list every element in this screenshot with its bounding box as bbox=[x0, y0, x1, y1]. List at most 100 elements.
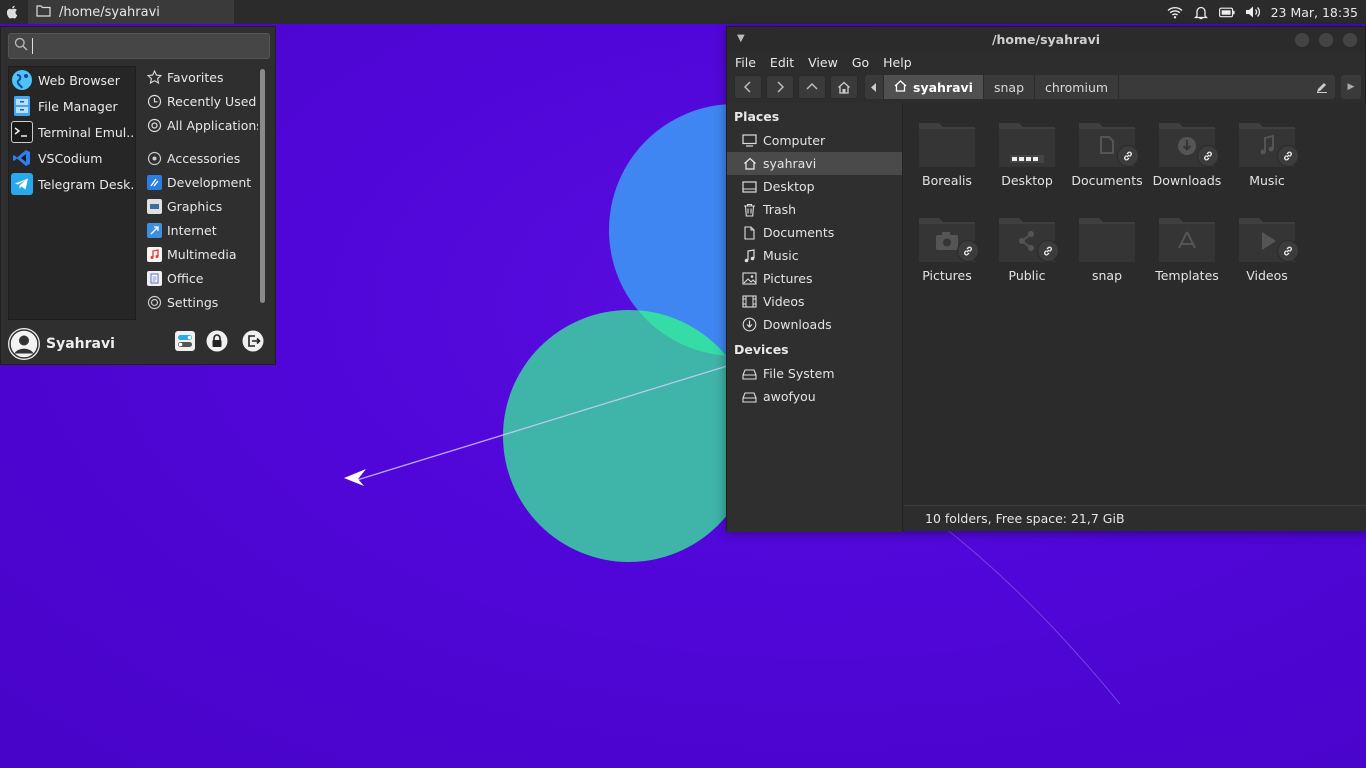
search-icon bbox=[14, 37, 28, 55]
folder-desktop[interactable]: Desktop bbox=[987, 115, 1067, 205]
menu-help[interactable]: Help bbox=[883, 55, 912, 70]
file-manager-icon bbox=[11, 95, 33, 117]
places-heading: Places bbox=[734, 108, 780, 124]
sidebar-item-syahravi[interactable]: syahravi bbox=[727, 152, 902, 175]
category-graphics[interactable]: Graphics bbox=[144, 194, 258, 218]
link-icon bbox=[1197, 145, 1219, 167]
category-accessories[interactable]: Accessories bbox=[144, 146, 258, 170]
category-multimedia[interactable]: Multimedia bbox=[144, 242, 258, 266]
back-button[interactable] bbox=[734, 75, 762, 99]
favorite-label: Telegram Desk... bbox=[38, 176, 135, 192]
sidebar-item-trash[interactable]: Trash bbox=[727, 198, 902, 221]
trash-icon bbox=[742, 202, 757, 217]
volume-icon[interactable] bbox=[1245, 4, 1261, 20]
web-browser-icon bbox=[11, 69, 33, 91]
category-list: Favorites Recently Used All Applications… bbox=[144, 65, 258, 321]
forward-button[interactable] bbox=[766, 75, 794, 99]
link-icon bbox=[957, 240, 979, 262]
sidebar-item-file-system[interactable]: File System bbox=[727, 362, 902, 385]
favorite-file-manager[interactable]: File Manager bbox=[9, 93, 135, 119]
battery-icon[interactable] bbox=[1218, 4, 1235, 20]
category-recently-used[interactable]: Recently Used bbox=[144, 89, 258, 113]
sidebar-item-downloads[interactable]: Downloads bbox=[727, 313, 902, 336]
sidebar-item-awofyou[interactable]: awofyou bbox=[727, 385, 902, 408]
folder-public[interactable]: Public bbox=[987, 210, 1067, 300]
pictures-icon bbox=[742, 271, 757, 286]
folder-music[interactable]: Music bbox=[1227, 115, 1307, 205]
folder-icon bbox=[36, 4, 51, 21]
favorite-label: File Manager bbox=[38, 98, 118, 114]
menu-go[interactable]: Go bbox=[852, 55, 869, 70]
close-button[interactable] bbox=[1343, 33, 1357, 47]
menu-search-box[interactable] bbox=[8, 33, 270, 59]
favorite-vscodium[interactable]: VSCodium bbox=[9, 145, 135, 171]
clock[interactable]: 23 Mar, 18:35 bbox=[1271, 5, 1358, 20]
category-internet[interactable]: Internet bbox=[144, 218, 258, 242]
music-icon bbox=[742, 248, 757, 263]
category-label: Recently Used bbox=[167, 93, 257, 109]
category-label: Office bbox=[167, 270, 204, 286]
category-label: Development bbox=[167, 174, 252, 190]
breadcrumb-snap[interactable]: snap bbox=[984, 75, 1035, 99]
menu-edit[interactable]: Edit bbox=[770, 55, 794, 70]
category-development[interactable]: Development bbox=[144, 170, 258, 194]
breadcrumb-home[interactable]: syahravi bbox=[884, 75, 984, 99]
path-scroll-left[interactable] bbox=[865, 75, 884, 99]
window-titlebar[interactable]: ▼ /home/syahravi bbox=[727, 27, 1365, 52]
category-settings[interactable]: Settings bbox=[144, 290, 258, 314]
accessories-icon bbox=[147, 151, 162, 166]
favorite-web-browser[interactable]: Web Browser bbox=[9, 67, 135, 93]
link-icon bbox=[1117, 145, 1139, 167]
folder-templates[interactable]: Templates bbox=[1147, 210, 1227, 300]
category-all-applications[interactable]: All Applications bbox=[144, 113, 258, 137]
settings-manager-button[interactable] bbox=[174, 330, 196, 352]
home-button[interactable] bbox=[830, 75, 858, 99]
apple-menu-icon[interactable] bbox=[0, 0, 24, 24]
folder-documents[interactable]: Documents bbox=[1067, 115, 1147, 205]
application-menu: Web Browser File Manager Terminal Emul..… bbox=[0, 26, 276, 365]
menu-search-input[interactable] bbox=[32, 38, 252, 54]
wifi-icon[interactable] bbox=[1167, 4, 1183, 20]
status-bar: 10 folders, Free space: 21,7 GiB bbox=[904, 505, 1366, 531]
sidebar-item-computer[interactable]: Computer bbox=[727, 129, 902, 152]
sidebar-item-music[interactable]: Music bbox=[727, 244, 902, 267]
documents-icon bbox=[742, 225, 757, 240]
folder-borealis[interactable]: Borealis bbox=[907, 115, 987, 205]
log-out-button[interactable] bbox=[242, 330, 264, 352]
lock-screen-button[interactable] bbox=[206, 330, 228, 352]
sidebar-item-videos[interactable]: Videos bbox=[727, 290, 902, 313]
maximize-button[interactable] bbox=[1319, 33, 1333, 47]
toolbar: syahravi snap chromium ▶ bbox=[727, 72, 1365, 102]
edit-path-icon[interactable] bbox=[1311, 75, 1333, 99]
favorite-telegram[interactable]: Telegram Desk... bbox=[9, 171, 135, 197]
status-text: 10 folders, Free space: 21,7 GiB bbox=[925, 511, 1125, 526]
menu-file[interactable]: File bbox=[735, 55, 756, 70]
favorite-terminal[interactable]: Terminal Emul... bbox=[9, 119, 135, 145]
taskbar-window-button[interactable]: /home/syahravi bbox=[28, 0, 234, 24]
sidebar-item-desktop[interactable]: Desktop bbox=[727, 175, 902, 198]
menu-scrollbar[interactable] bbox=[260, 69, 265, 303]
minimize-button[interactable] bbox=[1295, 33, 1309, 47]
desktop-icon bbox=[742, 179, 757, 194]
category-favorites[interactable]: Favorites bbox=[144, 65, 258, 89]
home-icon bbox=[742, 156, 757, 171]
desktop-folder-icon bbox=[999, 123, 1055, 167]
development-icon bbox=[147, 174, 162, 190]
folder-videos[interactable]: Videos bbox=[1227, 210, 1307, 300]
link-icon bbox=[1037, 240, 1059, 262]
sidebar-item-pictures[interactable]: Pictures bbox=[727, 267, 902, 290]
folder-snap[interactable]: snap bbox=[1067, 210, 1147, 300]
breadcrumb-chromium[interactable]: chromium bbox=[1035, 75, 1120, 99]
bell-icon[interactable] bbox=[1193, 4, 1209, 20]
computer-icon bbox=[742, 133, 757, 148]
breadcrumb-label: snap bbox=[993, 79, 1024, 95]
sidebar-item-documents[interactable]: Documents bbox=[727, 221, 902, 244]
folder-downloads[interactable]: Downloads bbox=[1147, 115, 1227, 205]
folder-pictures[interactable]: Pictures bbox=[907, 210, 987, 300]
category-office[interactable]: Office bbox=[144, 266, 258, 290]
up-button[interactable] bbox=[798, 75, 826, 99]
internet-icon bbox=[147, 222, 162, 238]
path-scroll-right[interactable]: ▶ bbox=[1341, 75, 1361, 99]
folder-label: Public bbox=[1008, 268, 1046, 283]
menu-view[interactable]: View bbox=[808, 55, 838, 70]
